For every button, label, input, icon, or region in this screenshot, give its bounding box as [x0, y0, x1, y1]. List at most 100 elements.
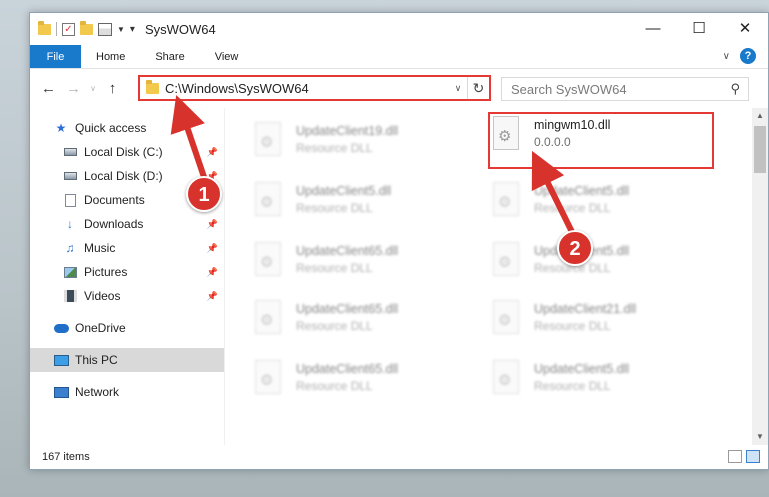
- search-placeholder: Search SysWOW64: [511, 81, 627, 97]
- window-title: SysWOW64: [144, 21, 216, 37]
- dll-file-icon: ⚙: [489, 358, 523, 398]
- music-icon: ♫: [65, 241, 75, 255]
- window-controls: — ☐ ✕: [630, 13, 768, 43]
- properties-check-icon[interactable]: ✓: [62, 22, 75, 36]
- sidebar-item-music[interactable]: ♫ Music 📌: [30, 236, 224, 260]
- file-item[interactable]: ⚙ UpdateClient5.dll Resource DLL: [251, 180, 471, 230]
- file-type: Resource DLL: [296, 261, 373, 275]
- file-item[interactable]: ⚙ UpdateClient65.dll Resource DLL: [251, 358, 471, 408]
- forward-arrow-icon[interactable]: →: [61, 80, 86, 97]
- address-bar[interactable]: C:\Windows\SysWOW64 ∨ ↻: [138, 75, 491, 101]
- expand-ribbon-icon[interactable]: ∨: [723, 51, 730, 62]
- pin-icon: 📌: [206, 242, 218, 253]
- network-icon: [53, 385, 69, 399]
- sidebar-item-quick-access[interactable]: ★ Quick access: [30, 116, 224, 140]
- explorer-body: ★ Quick access Local Disk (C:) 📌 Local D…: [30, 108, 768, 445]
- pin-icon: 📌: [206, 290, 218, 301]
- documents-icon: [62, 193, 78, 207]
- tab-view[interactable]: View: [200, 45, 254, 68]
- file-type: Resource DLL: [534, 319, 611, 333]
- drive-icon: [62, 169, 78, 183]
- close-button[interactable]: ✕: [722, 13, 768, 43]
- navigation-pane: ★ Quick access Local Disk (C:) 📌 Local D…: [30, 108, 225, 445]
- help-icon[interactable]: ?: [740, 48, 756, 64]
- item-count: 167 items: [42, 451, 90, 463]
- dll-file-icon: ⚙: [251, 180, 285, 220]
- details-view-icon[interactable]: [728, 450, 742, 463]
- address-path[interactable]: C:\Windows\SysWOW64: [165, 81, 449, 96]
- callout-badge-1: 1: [186, 176, 222, 212]
- address-dropdown-icon[interactable]: ∨: [449, 83, 467, 94]
- scroll-down-icon[interactable]: ▼: [752, 429, 768, 445]
- callout-badge-2: 2: [557, 230, 593, 266]
- file-item[interactable]: ⚙ UpdateClient65.dll Resource DLL: [251, 240, 471, 290]
- file-item[interactable]: ⚙ UpdateClient5.dllResource DLL: [489, 180, 709, 230]
- sidebar-item-label: Local Disk (D:): [84, 169, 163, 183]
- sidebar-item-label: Pictures: [84, 265, 128, 279]
- scroll-thumb[interactable]: [754, 126, 766, 173]
- file-type: Resource DLL: [296, 379, 373, 393]
- back-arrow-icon[interactable]: ←: [36, 80, 61, 97]
- sidebar-item-videos[interactable]: Videos 📌: [30, 284, 224, 308]
- status-bar: 167 items: [30, 445, 768, 469]
- recent-locations-icon[interactable]: ∨: [86, 84, 100, 93]
- sidebar-item-label: Documents: [84, 193, 145, 207]
- title-bar: ✓ ▼ ▾ SysWOW64 — ☐ ✕: [30, 13, 768, 45]
- pin-icon: 📌: [206, 146, 218, 157]
- tiles-view-icon[interactable]: [746, 450, 760, 463]
- customize-icon[interactable]: [98, 22, 112, 36]
- file-item[interactable]: ⚙ UpdateClient21.dll Resource DLL: [489, 298, 709, 348]
- file-name: UpdateClient65.dll: [296, 302, 399, 316]
- navigation-row: ← → ∨ ↑ C:\Windows\SysWOW64 ∨ ↻ Search S…: [30, 69, 768, 107]
- file-name: UpdateClient5.dll: [296, 184, 392, 198]
- up-arrow-icon[interactable]: ↑: [100, 80, 125, 97]
- dll-file-icon: ⚙: [489, 240, 523, 280]
- tab-share[interactable]: Share: [140, 45, 199, 68]
- scroll-up-icon[interactable]: ▲: [752, 108, 768, 124]
- pictures-icon: [62, 265, 78, 279]
- onedrive-icon: [53, 321, 69, 335]
- minimize-button[interactable]: —: [630, 13, 676, 43]
- videos-icon: [62, 289, 78, 303]
- vertical-scrollbar[interactable]: ▲ ▼: [752, 108, 768, 445]
- ribbon-right: ∨ ?: [723, 48, 756, 64]
- file-item[interactable]: ⚙ UpdateClient5.dllResource DLL: [489, 240, 709, 290]
- computer-icon: [53, 353, 69, 367]
- maximize-button[interactable]: ☐: [676, 13, 722, 43]
- star-icon: ★: [55, 121, 67, 135]
- customize-toolbar-icon[interactable]: ▾: [130, 24, 135, 35]
- file-name: UpdateClient19.dll: [296, 124, 399, 138]
- sidebar-item-label: Music: [84, 241, 116, 255]
- file-type: Resource DLL: [296, 141, 373, 155]
- tab-home[interactable]: Home: [81, 45, 140, 68]
- sidebar-item-label: OneDrive: [75, 321, 126, 335]
- file-name: UpdateClient65.dll: [296, 244, 399, 258]
- tab-file[interactable]: File: [30, 45, 81, 68]
- file-name: UpdateClient5.dll: [534, 362, 630, 376]
- sidebar-item-network[interactable]: Network: [30, 380, 224, 404]
- file-type: Resource DLL: [296, 201, 373, 215]
- sidebar-item-label: Downloads: [84, 217, 144, 231]
- sidebar-item-onedrive[interactable]: OneDrive: [30, 316, 224, 340]
- search-icon[interactable]: ⚲: [730, 81, 740, 97]
- sidebar-item-pictures[interactable]: Pictures 📌: [30, 260, 224, 284]
- sidebar-item-local-disk-c[interactable]: Local Disk (C:) 📌: [30, 140, 224, 164]
- dll-file-icon: ⚙: [251, 120, 285, 160]
- sidebar-item-label: Network: [75, 385, 120, 399]
- sidebar-item-label: Local Disk (C:): [84, 145, 163, 159]
- search-input[interactable]: Search SysWOW64 ⚲: [501, 77, 749, 101]
- file-item[interactable]: ⚙ UpdateClient19.dll Resource DLL: [251, 120, 471, 170]
- sidebar-item-label: Quick access: [75, 121, 147, 135]
- file-type: Resource DLL: [296, 319, 373, 333]
- pin-icon: 📌: [206, 218, 218, 229]
- ribbon-tabs: File Home Share View ∨ ?: [30, 45, 768, 69]
- sidebar-item-downloads[interactable]: ↓ Downloads 📌: [30, 212, 224, 236]
- new-folder-icon[interactable]: [80, 20, 93, 35]
- dll-file-icon: ⚙: [251, 358, 285, 398]
- sidebar-item-this-pc[interactable]: This PC: [30, 348, 224, 372]
- file-type: Resource DLL: [534, 379, 611, 393]
- file-item[interactable]: ⚙ UpdateClient5.dll Resource DLL: [489, 358, 709, 408]
- refresh-icon[interactable]: ↻: [467, 77, 489, 99]
- chevron-down-icon[interactable]: ▼: [117, 25, 125, 34]
- file-item[interactable]: ⚙ UpdateClient65.dll Resource DLL: [251, 298, 471, 348]
